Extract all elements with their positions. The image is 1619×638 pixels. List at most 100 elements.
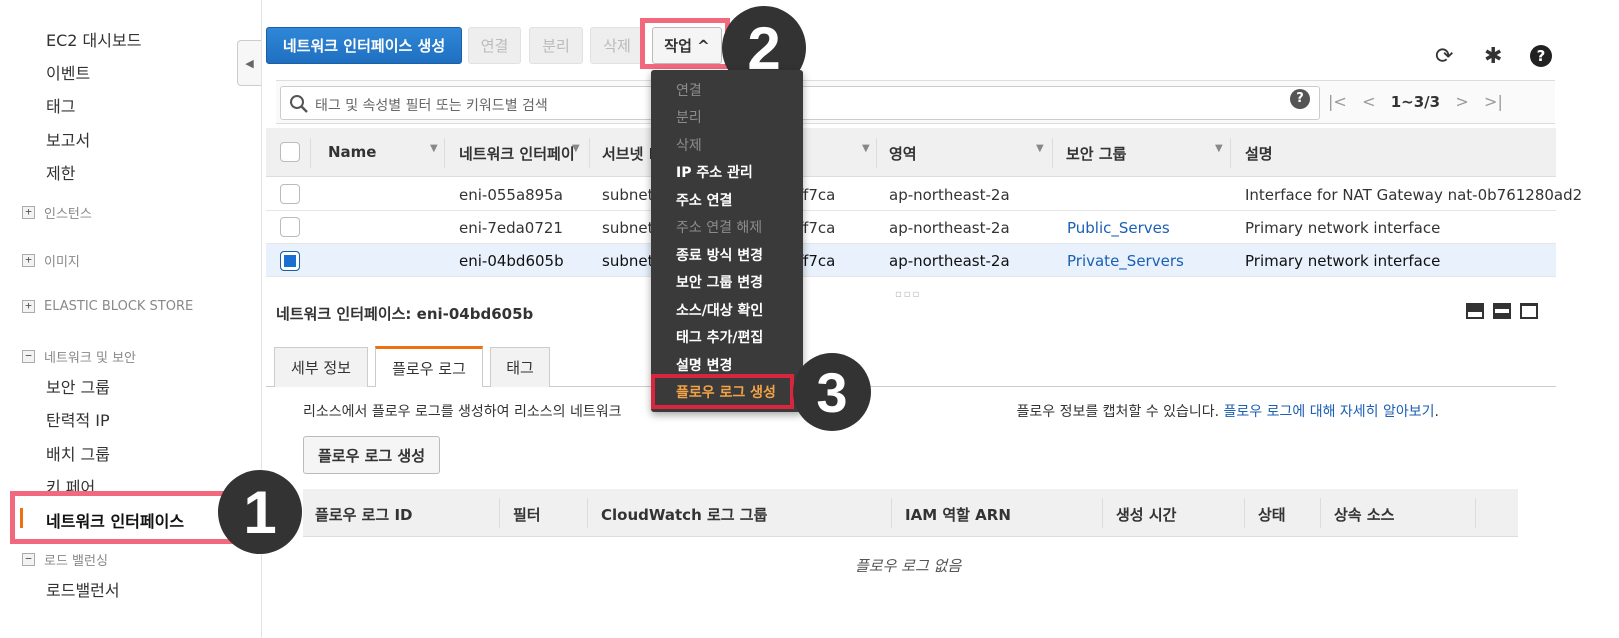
column-status[interactable]: 상태 xyxy=(1258,504,1286,525)
sidebar-item-placement-groups[interactable]: 배치 그룹 xyxy=(46,441,110,465)
filter-bar: 태그 및 속성별 필터 또는 키워드별 검색 ? |< < 1~3/3 > >| xyxy=(276,80,1555,124)
select-all-checkbox[interactable] xyxy=(280,142,300,162)
tab-tags[interactable]: 태그 xyxy=(490,347,550,387)
table-row-selected[interactable]: eni-04bd605b subnet- ff7ca ap-northeast-… xyxy=(266,244,1556,277)
column-inherited-source[interactable]: 상속 소스 xyxy=(1334,504,1394,525)
column-flow-log-id[interactable]: 플로우 로그 ID xyxy=(315,504,412,525)
sidebar-group-label: ELASTIC BLOCK STORE xyxy=(44,299,194,314)
info-text-start: 리소스에서 플로우 로그를 생성하여 리소스의 네트워크 xyxy=(303,404,622,420)
cell-zone: ap-northeast-2a xyxy=(889,186,1010,204)
sidebar-group-load-balancing[interactable]: − 로드 밸런싱 xyxy=(22,550,108,569)
search-help-icon[interactable]: ? xyxy=(1290,89,1310,109)
sidebar-group-network[interactable]: − 네트워크 및 보안 xyxy=(22,347,136,366)
sidebar-item-events[interactable]: 이벤트 xyxy=(46,60,90,84)
menu-item-change-description[interactable]: 설명 변경 xyxy=(676,355,732,375)
column-subnet[interactable]: 서브넷 I xyxy=(602,143,654,164)
sidebar-group-ebs[interactable]: + ELASTIC BLOCK STORE xyxy=(22,299,193,314)
sidebar-collapse-button[interactable]: ◀ xyxy=(237,40,261,86)
create-network-interface-button[interactable]: 네트워크 인터페이스 생성 xyxy=(266,27,462,64)
sort-icon[interactable]: ▼ xyxy=(572,143,580,154)
panel-full-icon[interactable] xyxy=(1520,303,1538,319)
column-network-interface[interactable]: 네트워크 인터페이 xyxy=(459,143,575,164)
menu-item-attach: 연결 xyxy=(676,83,702,99)
sidebar-item-elastic-ip[interactable]: 탄력적 IP xyxy=(46,407,110,431)
info-period: . xyxy=(1434,404,1439,420)
column-filter[interactable]: 필터 xyxy=(513,504,541,525)
column-cloudwatch-log-group[interactable]: CloudWatch 로그 그룹 xyxy=(601,504,767,525)
sort-icon[interactable]: ▼ xyxy=(430,143,438,154)
menu-item-change-security-groups[interactable]: 보안 그룹 변경 xyxy=(676,272,763,292)
last-page-icon[interactable]: >| xyxy=(1484,92,1503,111)
sort-icon[interactable]: ▼ xyxy=(1215,143,1223,154)
next-page-icon[interactable]: > xyxy=(1455,92,1468,111)
cell-vpc: ff7ca xyxy=(798,252,836,270)
sidebar-item-load-balancers[interactable]: 로드밸런서 xyxy=(46,577,120,601)
chevron-left-icon: ◀ xyxy=(245,56,254,70)
tab-flow-logs[interactable]: 플로우 로그 xyxy=(375,346,483,387)
menu-item-add-edit-tags[interactable]: 태그 추가/편집 xyxy=(676,327,763,347)
tab-details[interactable]: 세부 정보 xyxy=(274,347,368,387)
cell-eni: eni-04bd605b xyxy=(459,252,564,270)
attach-button[interactable]: 연결 xyxy=(468,27,521,64)
menu-item-change-termination[interactable]: 종료 방식 변경 xyxy=(676,245,763,265)
empty-state-text: 플로우 로그 없음 xyxy=(855,557,962,575)
help-icon[interactable]: ? xyxy=(1530,45,1552,67)
sidebar-item-limits[interactable]: 제한 xyxy=(46,160,75,184)
gear-icon[interactable]: ✱ xyxy=(1484,44,1502,69)
panel-layout-controls xyxy=(1466,303,1538,319)
column-security-group[interactable]: 보안 그룹 xyxy=(1066,143,1126,164)
collapse-icon: − xyxy=(22,350,35,363)
column-iam-role-arn[interactable]: IAM 역할 ARN xyxy=(905,504,1011,525)
menu-item-source-dest-check[interactable]: 소스/대상 확인 xyxy=(676,300,763,320)
cell-security-group[interactable]: Private_Servers xyxy=(1067,252,1184,270)
highlight-box-network-interfaces xyxy=(10,491,236,544)
prev-page-icon[interactable]: < xyxy=(1362,92,1375,111)
flow-log-table-header: 플로우 로그 ID 필터 CloudWatch 로그 그룹 IAM 역할 ARN… xyxy=(303,489,1518,537)
table-header: Name ▼ 네트워크 인터페이 ▼ 서브넷 I ▼ 영역 ▼ 보안 그룹 ▼ … xyxy=(266,128,1556,177)
sidebar-group-images[interactable]: + 이미지 xyxy=(22,251,80,270)
table-row[interactable]: eni-7eda0721 subnet- ff7ca ap-northeast-… xyxy=(266,211,1556,244)
expand-icon: + xyxy=(22,254,35,267)
search-icon xyxy=(290,95,308,113)
delete-button[interactable]: 삭제 xyxy=(590,27,644,64)
column-name[interactable]: Name xyxy=(328,143,376,161)
sidebar-item-ec2-dashboard[interactable]: EC2 대시보드 xyxy=(46,27,141,51)
sidebar-group-instances[interactable]: + 인스턴스 xyxy=(22,203,92,222)
resize-handle[interactable]: ▫▫▫ xyxy=(895,289,921,300)
first-page-icon[interactable]: |< xyxy=(1328,92,1347,111)
sort-icon[interactable]: ▼ xyxy=(862,143,870,154)
detach-button[interactable]: 분리 xyxy=(529,27,583,64)
sidebar-item-reports[interactable]: 보고서 xyxy=(46,127,90,151)
info-text-end: 플로우 정보를 캡처할 수 있습니다. xyxy=(1016,404,1220,420)
column-description[interactable]: 설명 xyxy=(1245,143,1273,164)
table-row[interactable]: eni-055a895a subnet- ff7ca ap-northeast-… xyxy=(266,178,1582,211)
detail-title: 네트워크 인터페이스: eni-04bd605b xyxy=(276,305,534,323)
page-range: 1~3/3 xyxy=(1390,93,1441,111)
row-checkbox[interactable] xyxy=(280,217,300,237)
step-badge-1: 1 xyxy=(218,470,302,554)
sidebar-item-tags[interactable]: 태그 xyxy=(46,93,75,117)
create-flow-log-button[interactable]: 플로우 로그 생성 xyxy=(303,436,440,474)
column-creation-time[interactable]: 생성 시간 xyxy=(1116,504,1176,525)
expand-icon: + xyxy=(22,300,35,313)
column-zone[interactable]: 영역 xyxy=(889,143,917,164)
menu-item-associate-address[interactable]: 주소 연결 xyxy=(676,190,732,210)
refresh-icon[interactable]: ⟳ xyxy=(1435,44,1453,69)
row-checkbox[interactable] xyxy=(280,184,300,204)
sidebar-item-security-groups[interactable]: 보안 그룹 xyxy=(46,374,110,398)
sort-icon[interactable]: ▼ xyxy=(1036,143,1044,154)
cell-description: Primary network interface xyxy=(1245,252,1441,270)
menu-item-create-flow-log[interactable]: 플로우 로그 생성 xyxy=(676,382,776,402)
row-checkbox-checked[interactable] xyxy=(280,251,300,271)
cell-zone: ap-northeast-2a xyxy=(889,252,1010,270)
panel-split-icon[interactable] xyxy=(1493,303,1511,319)
sidebar-group-label: 인스턴스 xyxy=(44,207,92,222)
menu-item-delete: 삭제 xyxy=(676,138,702,154)
menu-item-manage-ip[interactable]: IP 주소 관리 xyxy=(676,162,753,182)
cell-security-group[interactable]: Public_Serves xyxy=(1067,219,1170,237)
highlight-box-actions xyxy=(640,18,730,69)
search-placeholder: 태그 및 속성별 필터 또는 키워드별 검색 xyxy=(315,98,548,114)
panel-bottom-icon[interactable] xyxy=(1466,303,1484,319)
learn-more-link[interactable]: 플로우 로그에 대해 자세히 알아보기 xyxy=(1224,404,1435,420)
flow-log-info: 리소스에서 플로우 로그를 생성하여 리소스의 네트워크 플로우 정보를 캡처할 … xyxy=(303,401,1439,421)
